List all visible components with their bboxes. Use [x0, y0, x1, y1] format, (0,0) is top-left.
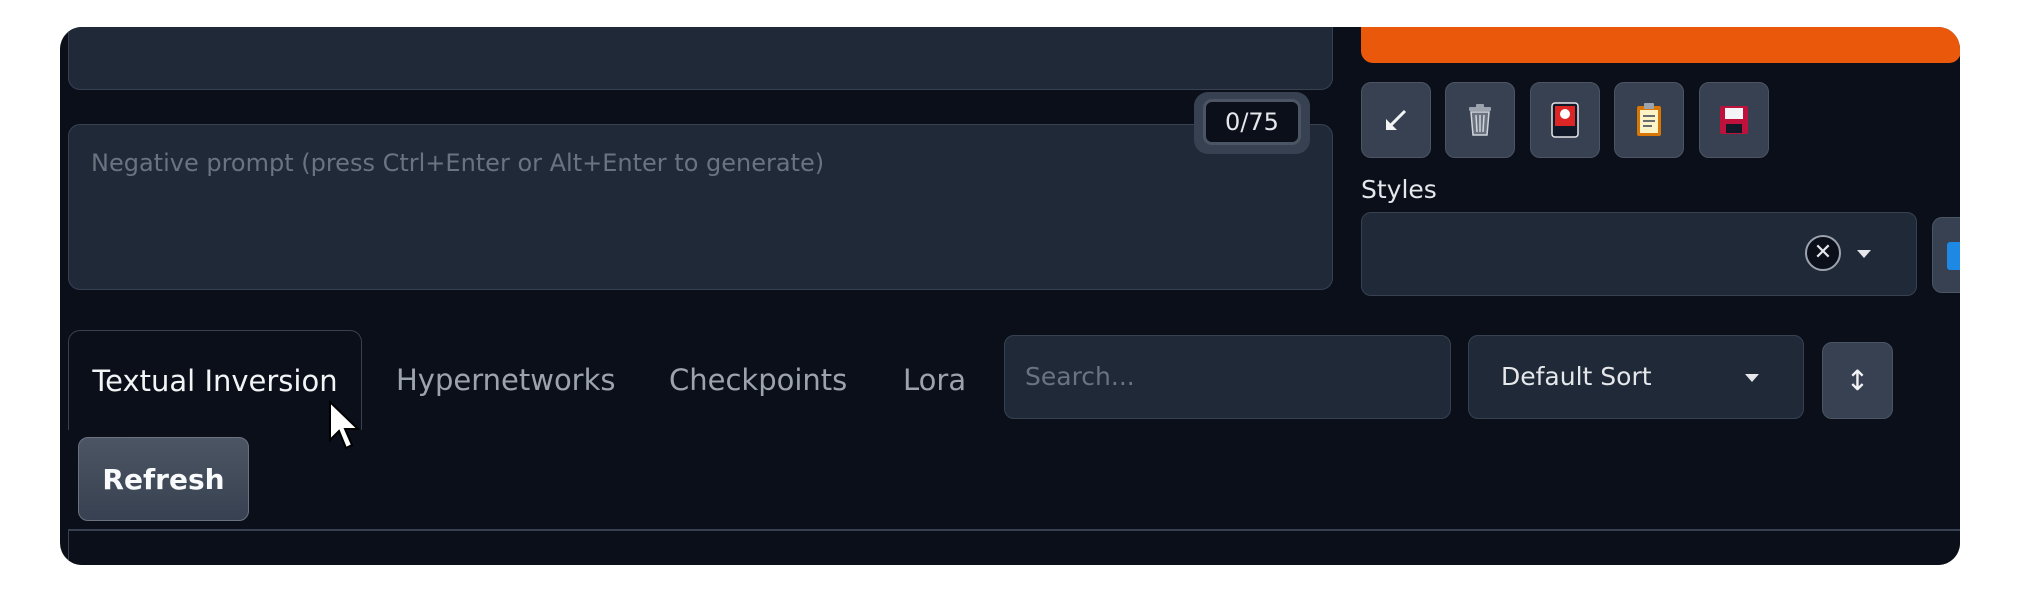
tab-lora[interactable]: Lora — [903, 330, 966, 430]
negative-prompt-placeholder: Negative prompt (press Ctrl+Enter or Alt… — [91, 149, 825, 177]
clipboard-icon — [1637, 103, 1661, 136]
negative-prompt-textarea[interactable]: Negative prompt (press Ctrl+Enter or Alt… — [68, 124, 1333, 290]
clear-prompt-button[interactable] — [1445, 82, 1515, 158]
mouse-cursor-icon — [329, 400, 361, 450]
token-counter: 0/75 — [1203, 99, 1301, 145]
save-style-button[interactable] — [1699, 82, 1769, 158]
chevron-down-icon[interactable] — [1857, 250, 1871, 258]
prompt-textarea[interactable] — [68, 27, 1333, 90]
search-placeholder: Search... — [1025, 362, 1135, 391]
save-icon — [1720, 106, 1748, 134]
trash-icon — [1469, 104, 1491, 136]
generate-button[interactable] — [1361, 27, 1960, 63]
extra-networks-button[interactable] — [1530, 82, 1600, 158]
paste-params-button[interactable] — [1361, 82, 1431, 158]
tab-hypernetworks[interactable]: Hypernetworks — [396, 330, 616, 430]
arrow-down-left-icon — [1386, 109, 1407, 130]
apply-styles-button[interactable] — [1614, 82, 1684, 158]
card-icon — [1551, 102, 1579, 138]
search-input[interactable]: Search... — [1004, 335, 1451, 419]
chevron-down-icon — [1745, 374, 1759, 382]
styles-label: Styles — [1361, 175, 1437, 204]
refresh-button[interactable]: Refresh — [78, 437, 249, 521]
clear-styles-icon[interactable]: ✕ — [1805, 235, 1841, 271]
sort-value: Default Sort — [1501, 362, 1652, 391]
cards-panel — [68, 531, 1960, 565]
token-counter-container: 0/75 — [1194, 92, 1310, 154]
refresh-icon — [1947, 242, 1960, 270]
sort-dropdown[interactable]: Default Sort — [1468, 335, 1804, 419]
tab-textual-inversion[interactable]: Textual Inversion — [68, 330, 362, 430]
tab-checkpoints[interactable]: Checkpoints — [669, 330, 847, 430]
sort-direction-button[interactable]: ↕ — [1822, 342, 1893, 419]
app-window: Negative prompt (press Ctrl+Enter or Alt… — [60, 27, 1960, 565]
styles-dropdown[interactable]: ✕ — [1361, 212, 1917, 296]
refresh-styles-button[interactable] — [1932, 217, 1960, 293]
